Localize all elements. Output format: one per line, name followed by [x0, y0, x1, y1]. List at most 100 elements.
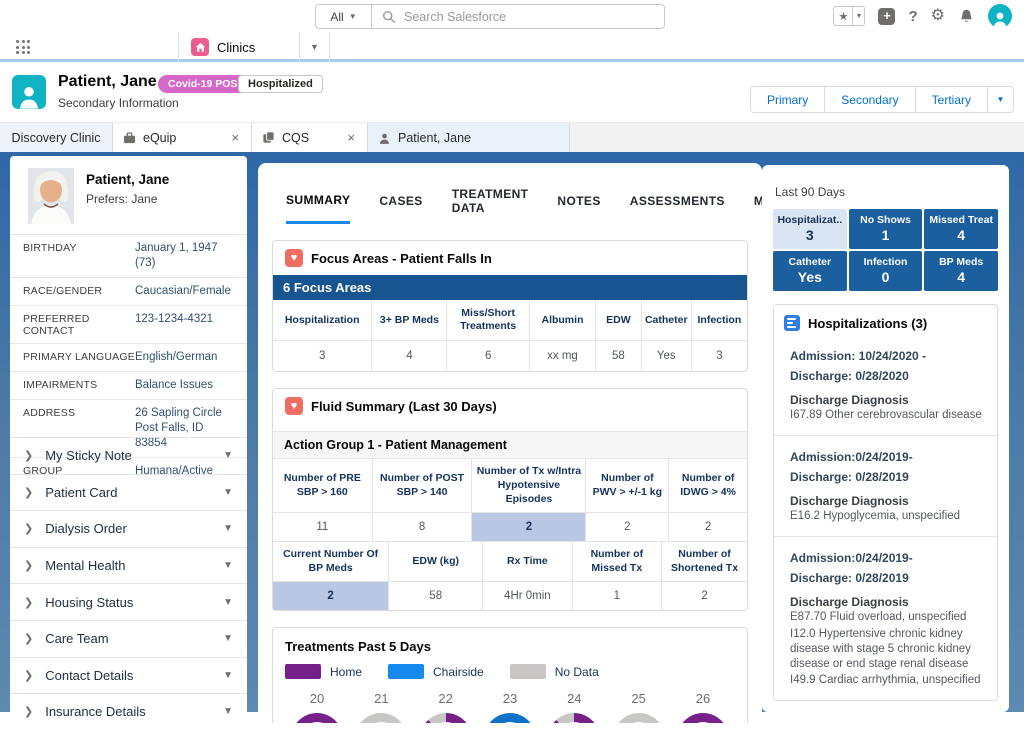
grid-cell-catheter[interactable]: Catheter Yes: [773, 251, 847, 291]
app-launcher-icon[interactable]: [16, 40, 31, 55]
search-scope-selector[interactable]: All ▼: [316, 5, 372, 28]
treatment-day-23: 23 4:00: [480, 691, 540, 723]
tab-treatment-data[interactable]: TREATMENT DATA: [452, 187, 529, 224]
chevron-down-icon[interactable]: ▼: [223, 633, 233, 644]
heart-icon: ♥: [285, 249, 303, 267]
treatment-donut-ring[interactable]: 88%: [548, 713, 600, 723]
treatment-donuts: 20 100% 4+ 21 22 88%: [273, 683, 747, 723]
section-my-sticky-note[interactable]: ❯ My Sticky Note ▼: [10, 437, 247, 474]
cell-value-highlighted: 2: [273, 581, 389, 610]
close-icon[interactable]: ×: [229, 130, 241, 145]
nav-tab-dropdown[interactable]: ▼: [300, 32, 330, 62]
document-list-icon: [784, 315, 800, 331]
treatment-donut-ring[interactable]: 100%: [677, 713, 729, 723]
chevron-down-icon[interactable]: ▼: [223, 450, 233, 461]
cell-value: 8: [373, 512, 473, 541]
treatments-title: Treatments Past 5 Days: [273, 628, 747, 662]
treatment-donut-ring[interactable]: [355, 713, 407, 723]
section-insurance-details[interactable]: ❯ Insurance Details ▼: [10, 693, 247, 730]
tab-more-label: More: [754, 194, 762, 208]
tab-assessments[interactable]: ASSESSMENTS: [630, 187, 725, 224]
actions-dropdown-button[interactable]: ▼: [988, 86, 1014, 113]
cell-value: 2: [669, 512, 747, 541]
chevron-down-icon[interactable]: ▼: [223, 487, 233, 498]
section-dialysis-order[interactable]: ❯ Dialysis Order ▼: [10, 510, 247, 547]
section-patient-card[interactable]: ❯ Patient Card ▼: [10, 474, 247, 511]
nav-tab-label: Clinics: [217, 40, 255, 55]
treatment-donut-ring[interactable]: 88%: [420, 713, 472, 723]
tab-summary[interactable]: SUMMARY: [286, 187, 350, 224]
grid-cell-label: Infection: [851, 256, 921, 268]
tab-label: Patient, Jane: [398, 131, 471, 145]
chevron-down-icon[interactable]: ▼: [223, 560, 233, 571]
global-actions-icon[interactable]: +: [878, 8, 895, 25]
search-scope-label: All: [330, 10, 343, 24]
grid-cell-bp-meds[interactable]: BP Meds 4: [924, 251, 998, 291]
app-nav-bar: Clinics ▼: [0, 32, 1024, 62]
favorites-star-icon[interactable]: ★: [834, 7, 852, 25]
chevron-down-icon[interactable]: ▼: [223, 523, 233, 534]
search-input[interactable]: [404, 10, 654, 24]
tab-discovery-clinic[interactable]: Discovery Clinic: [0, 123, 113, 152]
field-row-primary-language: PRIMARY LANGUAGE English/German: [10, 343, 247, 371]
tertiary-button[interactable]: Tertiary: [916, 86, 988, 113]
hospitalization-entry: Admission: 10/24/2020 - Discharge: 0/28/…: [774, 335, 997, 435]
section-label: Patient Card: [45, 485, 117, 500]
tab-patient-jane[interactable]: Patient, Jane: [368, 123, 570, 152]
person-icon: [990, 10, 1010, 28]
column-header: Number of Tx w/Intra Hypotensive Episode…: [472, 459, 586, 512]
patient-name: Patient, Jane: [58, 73, 157, 91]
close-icon[interactable]: ×: [345, 130, 357, 145]
focus-areas-banner: 6 Focus Areas: [273, 275, 747, 300]
donut-value: [364, 722, 398, 723]
legend-swatch-chairside: [388, 664, 424, 679]
notifications-bell-icon[interactable]: [958, 8, 975, 25]
grid-cell-value: 0: [851, 269, 921, 285]
diagnosis-text: E87.70 Fluid overload, unspecified: [790, 610, 987, 625]
legend-item-chairside: Chairside: [388, 664, 484, 679]
grid-cell-infection[interactable]: Infection 0: [849, 251, 923, 291]
grid-cell-no-shows[interactable]: No Shows 1: [849, 209, 923, 249]
column-header: Hospitalization: [273, 300, 372, 340]
section-care-team[interactable]: ❯ Care Team ▼: [10, 620, 247, 657]
diagnosis-text: I49.9 Cardiac arrhythmia, unspecified: [790, 673, 987, 688]
grid-cell-value: 1: [851, 227, 921, 243]
tab-notes[interactable]: NOTES: [557, 187, 600, 224]
grid-cell-hospitalizations[interactable]: Hospitalizat.. 3: [773, 209, 847, 249]
column-header: EDW (kg): [389, 542, 483, 581]
cell-value: 4: [372, 340, 447, 371]
chevron-down-icon[interactable]: ▼: [223, 597, 233, 608]
section-mental-health[interactable]: ❯ Mental Health ▼: [10, 547, 247, 584]
section-housing-status[interactable]: ❯ Housing Status ▼: [10, 583, 247, 620]
chevron-down-icon[interactable]: ▼: [223, 670, 233, 681]
copy-icon: [262, 131, 275, 144]
cell-value: xx mg: [530, 340, 596, 371]
field-row-birthday: BIRTHDAY January 1, 1947 (73): [10, 234, 247, 277]
section-contact-details[interactable]: ❯ Contact Details ▼: [10, 657, 247, 694]
tab-equip[interactable]: eQuip ×: [113, 123, 252, 152]
nav-tab-clinics[interactable]: Clinics: [178, 32, 300, 62]
primary-button[interactable]: Primary: [750, 86, 825, 113]
fluid-summary-header: ♥ Fluid Summary (Last 30 Days): [273, 389, 747, 423]
legend-swatch-no-data: [510, 664, 546, 679]
tab-cases[interactable]: CASES: [379, 187, 422, 224]
secondary-button[interactable]: Secondary: [825, 86, 915, 113]
day-label: 24: [567, 691, 581, 706]
help-icon[interactable]: ?: [908, 8, 917, 25]
tab-label: Discovery Clinic: [12, 131, 101, 145]
column-header: 3+ BP Meds: [372, 300, 447, 340]
treatment-donut-ring[interactable]: 4:00: [484, 713, 536, 723]
tab-cqs[interactable]: CQS ×: [252, 123, 368, 152]
tab-more[interactable]: More ▼: [754, 187, 762, 224]
treatment-donut-ring[interactable]: [613, 713, 665, 723]
treatment-donut-ring[interactable]: 100%: [291, 713, 343, 723]
grid-cell-missed-treatments[interactable]: Missed Treat 4: [924, 209, 998, 249]
fluid-table1-header: Number of PRE SBP > 160 Number of POST S…: [273, 459, 747, 512]
column-header: Number of PRE SBP > 160: [273, 459, 373, 512]
user-avatar[interactable]: [988, 4, 1012, 28]
grid-cell-label: No Shows: [851, 214, 921, 226]
favorites-dropdown-icon[interactable]: ▼: [852, 7, 864, 25]
setup-gear-icon[interactable]: ⚙: [931, 8, 945, 24]
favorites-control[interactable]: ★ ▼: [833, 6, 865, 26]
field-value: Caucasian/Female: [135, 284, 237, 299]
